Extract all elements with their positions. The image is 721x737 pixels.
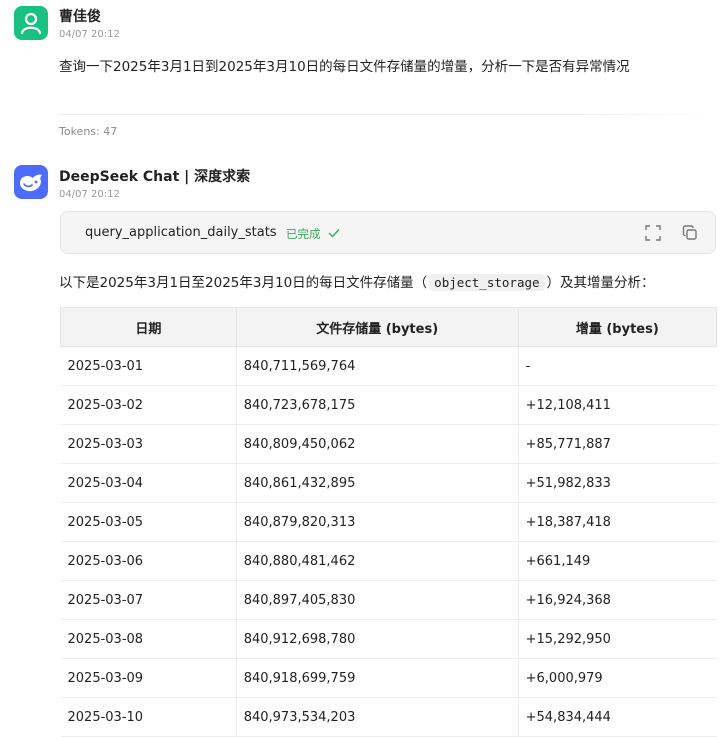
cell-increment: +51,982,833	[517, 463, 717, 503]
table-row: 2025-03-09 840,918,699,759 +6,000,979	[60, 658, 717, 698]
cell-increment: +6,000,979	[517, 658, 717, 698]
user-icon	[20, 12, 42, 35]
cell-storage: 840,973,534,203	[235, 697, 519, 737]
cell-increment: +661,149	[517, 541, 717, 581]
tool-name: query_application_daily_stats	[85, 225, 277, 240]
cell-storage: 840,912,698,780	[235, 619, 519, 659]
cell-date: 2025-03-07	[60, 580, 237, 620]
bot-message-time: 04/07 20:12	[59, 189, 120, 200]
table-row: 2025-03-01 840,711,569,764 -	[60, 346, 717, 386]
cell-increment: +85,771,887	[517, 424, 717, 464]
table-row: 2025-03-05 840,879,820,313 +18,387,418	[60, 502, 717, 542]
divider-fade	[581, 110, 721, 140]
cell-increment: +18,387,418	[517, 502, 717, 542]
cell-storage: 840,711,569,764	[235, 346, 519, 386]
tool-status-label: 已完成	[286, 227, 321, 241]
intro-text-before: 以下是2025年3月1日至2025年3月10日的每日文件存储量（	[59, 275, 428, 291]
user-question: 查询一下2025年3月1日到2025年3月10日的每日文件存储量的增量，分析一下…	[59, 59, 630, 75]
cell-date: 2025-03-01	[60, 346, 237, 386]
cell-date: 2025-03-10	[60, 697, 237, 737]
header-increment: 增量 (bytes)	[517, 307, 718, 347]
cell-date: 2025-03-08	[60, 619, 237, 659]
user-message-time: 04/07 20:12	[59, 29, 120, 40]
cell-storage: 840,918,699,759	[235, 658, 519, 698]
bot-avatar	[14, 165, 48, 199]
analysis-intro: 以下是2025年3月1日至2025年3月10日的每日文件存储量（ object_s…	[59, 271, 655, 291]
deepseek-whale-icon	[20, 174, 42, 192]
table-row: 2025-03-10 840,973,534,203 +54,834,444	[60, 697, 717, 737]
table-row: 2025-03-02 840,723,678,175 +12,108,411	[60, 385, 717, 425]
cell-storage: 840,880,481,462	[235, 541, 519, 581]
cell-increment: -	[517, 346, 717, 386]
cell-storage: 840,723,678,175	[235, 385, 519, 425]
table-header-row: 日期 文件存储量 (bytes) 增量 (bytes)	[60, 307, 718, 347]
header-date: 日期	[60, 307, 237, 347]
cell-date: 2025-03-02	[60, 385, 237, 425]
cell-date: 2025-03-05	[60, 502, 237, 542]
cell-storage: 840,861,432,895	[235, 463, 519, 503]
tool-call-card[interactable]: query_application_daily_stats 已完成	[60, 211, 716, 254]
cell-storage: 840,809,450,062	[235, 424, 519, 464]
table-row: 2025-03-08 840,912,698,780 +15,292,950	[60, 619, 717, 659]
table-row: 2025-03-03 840,809,450,062 +85,771,887	[60, 424, 717, 464]
inline-code: object_storage	[429, 274, 545, 291]
cell-date: 2025-03-09	[60, 658, 237, 698]
table-row: 2025-03-07 840,897,405,830 +16,924,368	[60, 580, 717, 620]
cell-increment: +16,924,368	[517, 580, 717, 620]
cell-date: 2025-03-06	[60, 541, 237, 581]
cell-storage: 840,897,405,830	[235, 580, 519, 620]
cell-date: 2025-03-03	[60, 424, 237, 464]
cell-date: 2025-03-04	[60, 463, 237, 503]
expand-icon[interactable]	[644, 224, 662, 242]
bot-name: DeepSeek Chat | 深度求索	[59, 169, 251, 185]
table-row: 2025-03-06 840,880,481,462 +661,149	[60, 541, 717, 581]
cell-increment: +54,834,444	[517, 697, 717, 737]
copy-icon[interactable]	[681, 224, 699, 242]
header-storage: 文件存储量 (bytes)	[235, 307, 519, 347]
token-count: Tokens: 47	[59, 125, 118, 138]
cell-increment: +15,292,950	[517, 619, 717, 659]
user-name: 曹佳俊	[59, 9, 101, 25]
checkmark-icon	[328, 229, 340, 238]
table-row: 2025-03-04 840,861,432,895 +51,982,833	[60, 463, 717, 503]
tool-status: 已完成	[286, 226, 340, 242]
storage-table: 日期 文件存储量 (bytes) 增量 (bytes) 2025-03-01 8…	[60, 307, 718, 737]
intro-text-after: ）及其增量分析：	[546, 275, 655, 291]
user-avatar	[14, 6, 48, 40]
cell-storage: 840,879,820,313	[235, 502, 519, 542]
cell-increment: +12,108,411	[517, 385, 717, 425]
